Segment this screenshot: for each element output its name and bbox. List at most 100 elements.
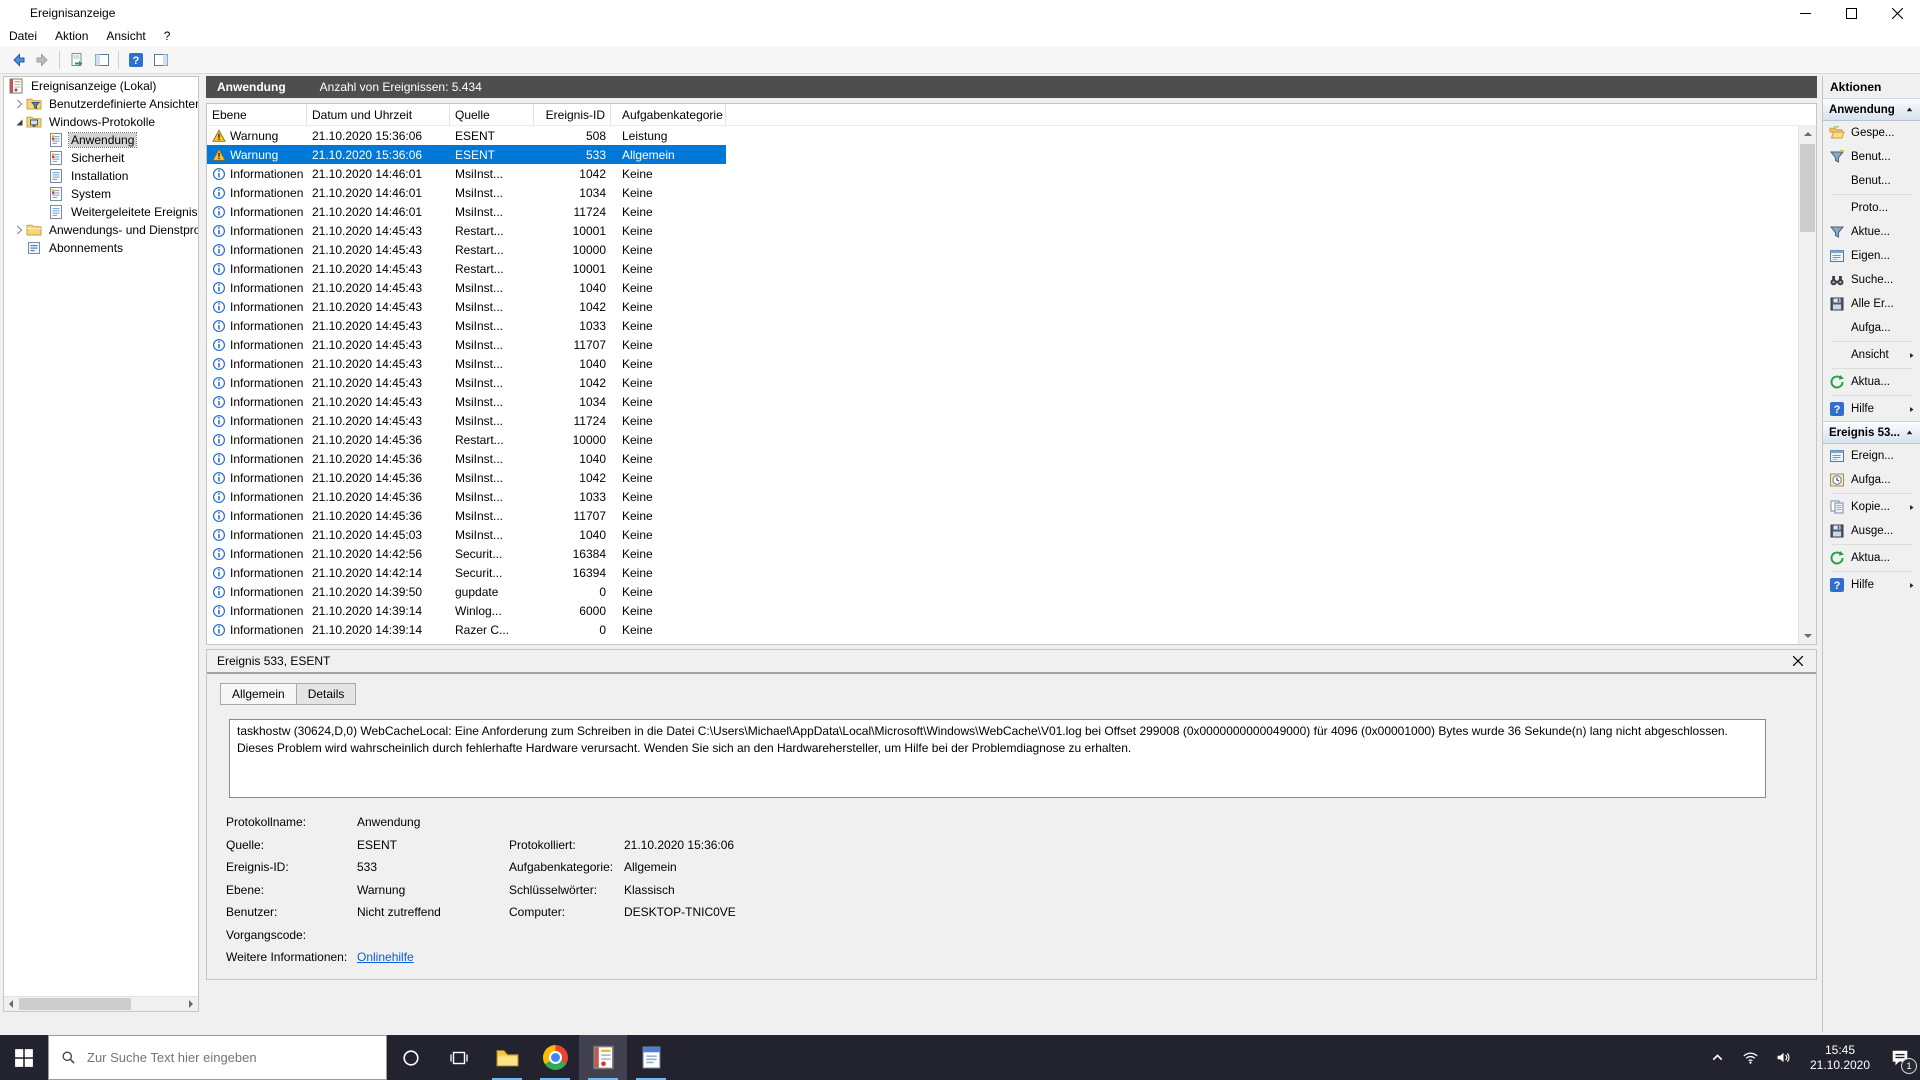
close-button[interactable] [1874,0,1920,26]
action-suche[interactable]: Suche... [1823,268,1920,292]
column-header-aufgabenkategorie[interactable]: Aufgabenkategorie [611,104,726,125]
actions-section-header-ereignis-53[interactable]: Ereignis 53... [1823,421,1920,444]
table-row[interactable]: Warnung21.10.2020 15:36:06ESENT533Allgem… [207,145,726,164]
action-hilfe[interactable]: ?Hilfe [1823,573,1920,597]
console-tree-button[interactable] [89,48,114,71]
action-ausge[interactable]: Ausge... [1823,519,1920,543]
action-benut[interactable]: Benut... [1823,169,1920,193]
action-alle-er[interactable]: Alle Er... [1823,292,1920,316]
sidebar-item-weitergeleitete-ereignisse[interactable]: Weitergeleitete Ereignisse [4,203,198,221]
table-row[interactable]: Informationen21.10.2020 14:46:01MsiInst.… [207,183,726,202]
table-row[interactable]: Informationen21.10.2020 14:45:36Restart.… [207,430,726,449]
action-aktue[interactable]: Aktue... [1823,220,1920,244]
sidebar-item-benutzerdefinierte-ansichten[interactable]: Benutzerdefinierte Ansichten [4,95,198,113]
table-row[interactable]: Informationen21.10.2020 14:45:43Restart.… [207,221,726,240]
help-button[interactable]: ? [123,48,148,71]
scroll-up-button[interactable] [1799,125,1816,142]
table-row[interactable]: Informationen21.10.2020 14:39:14Razer C.… [207,620,726,639]
table-row[interactable]: Informationen21.10.2020 14:42:56Securit.… [207,544,726,563]
table-row[interactable]: Informationen21.10.2020 14:45:43MsiInst.… [207,316,726,335]
table-row[interactable]: Informationen21.10.2020 14:46:01MsiInst.… [207,164,726,183]
action-aktua[interactable]: Aktua... [1823,370,1920,394]
sidebar-item-ereignisanzeige-lokal[interactable]: Ereignisanzeige (Lokal) [4,77,198,95]
column-header-ereignis-id[interactable]: Ereignis-ID [534,104,611,125]
export-button[interactable] [64,48,89,71]
column-header-quelle[interactable]: Quelle [450,104,534,125]
action-aufga[interactable]: Aufga... [1823,316,1920,340]
scroll-left-button[interactable] [4,997,18,1011]
sidebar-item-abonnements[interactable]: Abonnements [4,239,198,257]
taskbar-clock[interactable]: 15:45 21.10.2020 [1800,1043,1880,1073]
table-row[interactable]: Informationen21.10.2020 14:45:43Restart.… [207,240,726,259]
search-input[interactable] [85,1049,374,1066]
table-row[interactable]: Informationen21.10.2020 14:45:36MsiInst.… [207,506,726,525]
sidebar-item-anwendung[interactable]: Anwendung [4,131,198,149]
maximize-button[interactable] [1828,0,1874,26]
eventvwr-taskbar-button[interactable] [579,1035,627,1080]
chrome-taskbar-button[interactable] [531,1035,579,1080]
table-row[interactable]: Informationen21.10.2020 14:45:36MsiInst.… [207,487,726,506]
action-center-button[interactable]: 1 [1880,1035,1920,1080]
cortana-button[interactable] [387,1035,435,1080]
back-arrow-button[interactable] [5,48,30,71]
table-row[interactable]: Informationen21.10.2020 14:45:43MsiInst.… [207,392,726,411]
action-proto[interactable]: Proto... [1823,196,1920,220]
tab-allgemein[interactable]: Allgemein [220,683,297,705]
sidebar-item-windows-protokolle[interactable]: Windows-Protokolle [4,113,198,131]
sidebar-item-system[interactable]: System [4,185,198,203]
action-gespe[interactable]: Gespe... [1823,121,1920,145]
table-row[interactable]: Informationen21.10.2020 14:45:36MsiInst.… [207,449,726,468]
scrollbar-thumb[interactable] [1800,144,1815,232]
table-row[interactable]: Informationen21.10.2020 14:46:01MsiInst.… [207,202,726,221]
table-row[interactable]: Informationen21.10.2020 14:45:43MsiInst.… [207,411,726,430]
start-button[interactable] [0,1035,48,1080]
sidebar-item-installation[interactable]: Installation [4,167,198,185]
table-row[interactable]: Informationen21.10.2020 14:45:43MsiInst.… [207,335,726,354]
taskbar-search-box[interactable] [48,1035,387,1080]
tab-details[interactable]: Details [297,683,357,705]
action-hilfe[interactable]: ?Hilfe [1823,397,1920,421]
table-row[interactable]: Informationen21.10.2020 14:39:14Winlog..… [207,601,726,620]
action-pane-button[interactable] [148,48,173,71]
volume-button[interactable] [1767,1035,1800,1080]
network-button[interactable] [1734,1035,1767,1080]
menu-ansicht[interactable]: Ansicht [97,27,154,45]
action-kopie[interactable]: Kopie... [1823,495,1920,519]
forward-arrow-button[interactable] [30,48,55,71]
menu-datei[interactable]: Datei [0,27,46,45]
sidebar-item-sicherheit[interactable]: Sicherheit [4,149,198,167]
action-aufga[interactable]: Aufga... [1823,468,1920,492]
list-vertical-scrollbar[interactable] [1798,125,1816,644]
task-view-button[interactable] [435,1035,483,1080]
menu-aktion[interactable]: Aktion [46,27,97,45]
table-row[interactable]: Informationen21.10.2020 14:45:43MsiInst.… [207,297,726,316]
action-ansicht[interactable]: Ansicht [1823,343,1920,367]
close-detail-button[interactable] [1790,653,1806,669]
table-row[interactable]: Informationen21.10.2020 14:45:43MsiInst.… [207,373,726,392]
tray-overflow-button[interactable] [1701,1035,1734,1080]
table-row[interactable]: Informationen21.10.2020 14:45:36MsiInst.… [207,468,726,487]
writer-taskbar-button[interactable] [627,1035,675,1080]
menu-help[interactable]: ? [155,27,180,45]
table-row[interactable]: Informationen21.10.2020 14:45:03MsiInst.… [207,525,726,544]
action-aktua[interactable]: Aktua... [1823,546,1920,570]
scrollbar-thumb[interactable] [19,998,131,1010]
tree-horizontal-scrollbar[interactable] [4,996,198,1011]
scroll-right-button[interactable] [184,997,198,1011]
table-row[interactable]: Warnung21.10.2020 15:36:06ESENT508Leistu… [207,126,726,145]
table-row[interactable]: Informationen21.10.2020 14:45:43MsiInst.… [207,354,726,373]
table-row[interactable]: Informationen21.10.2020 14:45:43MsiInst.… [207,278,726,297]
event-message[interactable]: taskhostw (30624,D,0) WebCacheLocal: Ein… [229,719,1766,798]
action-eigen[interactable]: Eigen... [1823,244,1920,268]
actions-section-header-anwendung[interactable]: Anwendung [1823,98,1920,121]
column-header-datum-und-uhrzeit[interactable]: Datum und Uhrzeit [307,104,450,125]
table-row[interactable]: Informationen21.10.2020 14:45:43Restart.… [207,259,726,278]
action-benut[interactable]: Benut... [1823,145,1920,169]
online-help-link[interactable]: Onlinehilfe [357,950,509,964]
column-header-ebene[interactable]: Ebene [207,104,307,125]
table-row[interactable]: Informationen21.10.2020 14:42:14Securit.… [207,563,726,582]
explorer-taskbar-button[interactable] [483,1035,531,1080]
table-row[interactable]: Informationen21.10.2020 14:39:50gupdate0… [207,582,726,601]
scroll-down-button[interactable] [1799,627,1816,644]
action-ereign[interactable]: Ereign... [1823,444,1920,468]
